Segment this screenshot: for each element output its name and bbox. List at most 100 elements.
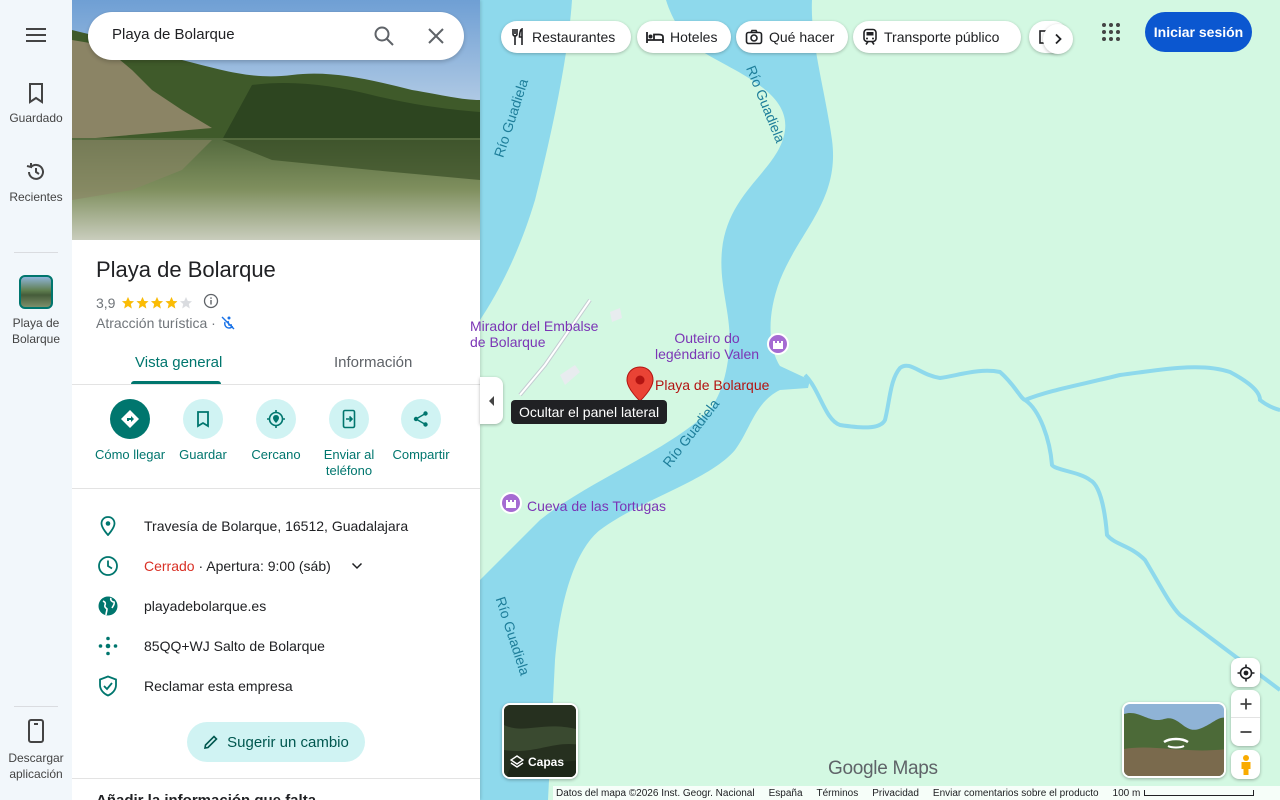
- close-icon[interactable]: [424, 24, 448, 53]
- restaurant-icon: [512, 28, 523, 45]
- rating-info-icon[interactable]: [203, 293, 219, 312]
- scale-bar: [1144, 790, 1255, 796]
- apps-grid-icon[interactable]: [1099, 20, 1123, 49]
- current-place-button[interactable]: Playa de Bolarque: [0, 275, 72, 347]
- hours-status: Cerrado: [144, 558, 195, 574]
- zoom-in-button[interactable]: [1231, 690, 1260, 718]
- recents-button[interactable]: Recientes: [0, 161, 72, 205]
- nearby-button[interactable]: Cercano: [236, 399, 316, 463]
- bed-icon: [646, 32, 664, 43]
- place-map-label[interactable]: Playa de Bolarque: [655, 377, 769, 393]
- chips-next-button[interactable]: [1043, 24, 1073, 54]
- tab-information[interactable]: Información: [334, 354, 412, 371]
- left-rail: Guardado Recientes Playa de Bolarque Des…: [0, 0, 72, 800]
- google-maps-logo: Google Maps: [828, 758, 938, 779]
- directions-icon: [121, 410, 139, 428]
- directions-label: Cómo llegar: [94, 447, 166, 462]
- castle-icon[interactable]: [767, 333, 789, 355]
- active-tab-indicator: [131, 381, 221, 384]
- feedback-link[interactable]: Enviar comentarios sobre el producto: [933, 788, 1099, 799]
- section-divider: [72, 778, 480, 779]
- suggest-edit-button[interactable]: Sugerir un cambio: [187, 722, 365, 762]
- website-row[interactable]: playadebolarque.es: [96, 594, 466, 618]
- scale-label[interactable]: 100 m: [1113, 788, 1141, 799]
- rail-divider: [14, 252, 58, 253]
- collapse-panel-button[interactable]: [480, 377, 503, 424]
- save-button[interactable]: Guardar: [163, 399, 243, 463]
- missing-info-heading: Añadir la información que falta: [96, 792, 316, 800]
- layers-label-wrap: Capas: [510, 755, 564, 769]
- address-row[interactable]: Travesía de Bolarque, 16512, Guadalajara: [96, 514, 466, 538]
- category-row: Atracción turística ·: [96, 315, 236, 331]
- street-view-thumbnail[interactable]: [1122, 702, 1226, 778]
- chip-restaurants[interactable]: Restaurantes: [501, 21, 631, 53]
- zoom-out-button[interactable]: [1231, 718, 1260, 745]
- layers-button[interactable]: Capas: [502, 703, 578, 779]
- tooltip: Ocultar el panel lateral: [511, 400, 668, 424]
- category-label[interactable]: Atracción turística ·: [96, 315, 216, 331]
- chip-label: Transporte público: [884, 29, 1000, 45]
- address-text: Travesía de Bolarque, 16512, Guadalajara: [144, 518, 409, 534]
- plus-code-row[interactable]: 85QQ+WJ Salto de Bolarque: [96, 634, 466, 658]
- zoom-controls: [1231, 690, 1260, 746]
- camera-icon: [745, 29, 763, 45]
- not-accessible-icon: [221, 316, 235, 330]
- chip-transit[interactable]: Transporte público: [853, 21, 1021, 53]
- search-box[interactable]: Playa de Bolarque: [88, 12, 464, 60]
- chip-label: Restaurantes: [532, 29, 616, 45]
- saved-button[interactable]: Guardado: [0, 82, 72, 126]
- search-icon[interactable]: [372, 24, 396, 53]
- rail-divider: [14, 706, 58, 707]
- claim-business-row[interactable]: Reclamar esta empresa: [96, 674, 466, 698]
- suggest-edit-label: Sugerir un cambio: [227, 733, 349, 751]
- rating-stars[interactable]: [121, 296, 193, 310]
- poi-outeiro-label[interactable]: Outeiro do legéndario Valen: [655, 330, 759, 362]
- globe-icon: [98, 596, 118, 616]
- directions-button[interactable]: Cómo llegar: [90, 399, 170, 463]
- plus-code-text: 85QQ+WJ Salto de Bolarque: [144, 638, 325, 654]
- hours-row[interactable]: Cerrado · Apertura: 9:00 (sáb): [96, 554, 466, 578]
- pegman-button[interactable]: [1231, 750, 1260, 779]
- nearby-label: Cercano: [251, 447, 301, 462]
- sign-in-button[interactable]: Iniciar sesión: [1145, 12, 1252, 52]
- download-app-button[interactable]: Descargar aplicación: [0, 718, 72, 782]
- plus-code-icon: [98, 636, 118, 656]
- poi-cueva-label[interactable]: Cueva de las Tortugas: [527, 498, 666, 514]
- chip-things-to-do[interactable]: Qué hacer: [736, 21, 848, 53]
- tab-overview[interactable]: Vista general: [135, 354, 222, 371]
- save-label: Guardar: [179, 447, 227, 462]
- privacy-link[interactable]: Privacidad: [872, 788, 919, 799]
- claim-business-text: Reclamar esta empresa: [144, 678, 293, 694]
- plus-icon: [1240, 698, 1251, 709]
- chip-hotels[interactable]: Hoteles: [637, 21, 731, 53]
- phone-icon: [28, 719, 44, 743]
- pegman-icon: [1241, 754, 1250, 775]
- street-view-preview: [1124, 704, 1224, 776]
- nearby-icon: [267, 410, 285, 428]
- place-panel: Playa de Bolarque 3,9 Atracción turístic…: [72, 0, 480, 800]
- layers-label: Capas: [528, 755, 565, 769]
- menu-button[interactable]: [0, 26, 72, 50]
- saved-label: Guardado: [9, 111, 63, 125]
- send-to-phone-button[interactable]: Enviar al teléfono: [309, 399, 389, 479]
- search-input[interactable]: Playa de Bolarque: [112, 26, 235, 43]
- recents-label: Recientes: [9, 190, 63, 204]
- bookmark-icon: [197, 411, 209, 428]
- terms-link[interactable]: Términos: [817, 788, 859, 799]
- bookmark-icon: [29, 83, 43, 104]
- chevron-down-icon[interactable]: [351, 562, 363, 570]
- place-title: Playa de Bolarque: [96, 257, 276, 282]
- poi-mirador-label[interactable]: Mirador del Embalse de Bolarque: [470, 318, 598, 350]
- rating-value: 3,9: [96, 294, 116, 311]
- clock-icon: [98, 556, 118, 576]
- castle-icon[interactable]: [500, 492, 522, 514]
- minus-icon: [1240, 730, 1251, 733]
- place-tabs: Vista general Información: [72, 340, 480, 385]
- hamburger-icon: [26, 28, 46, 42]
- map-footer: Datos del mapa ©2026 Inst. Geogr. Nacion…: [553, 786, 1280, 800]
- share-icon: [413, 411, 428, 427]
- my-location-button[interactable]: [1231, 658, 1260, 687]
- chip-label: Qué hacer: [769, 29, 835, 45]
- share-button[interactable]: Compartir: [381, 399, 461, 463]
- country-link[interactable]: España: [769, 788, 803, 799]
